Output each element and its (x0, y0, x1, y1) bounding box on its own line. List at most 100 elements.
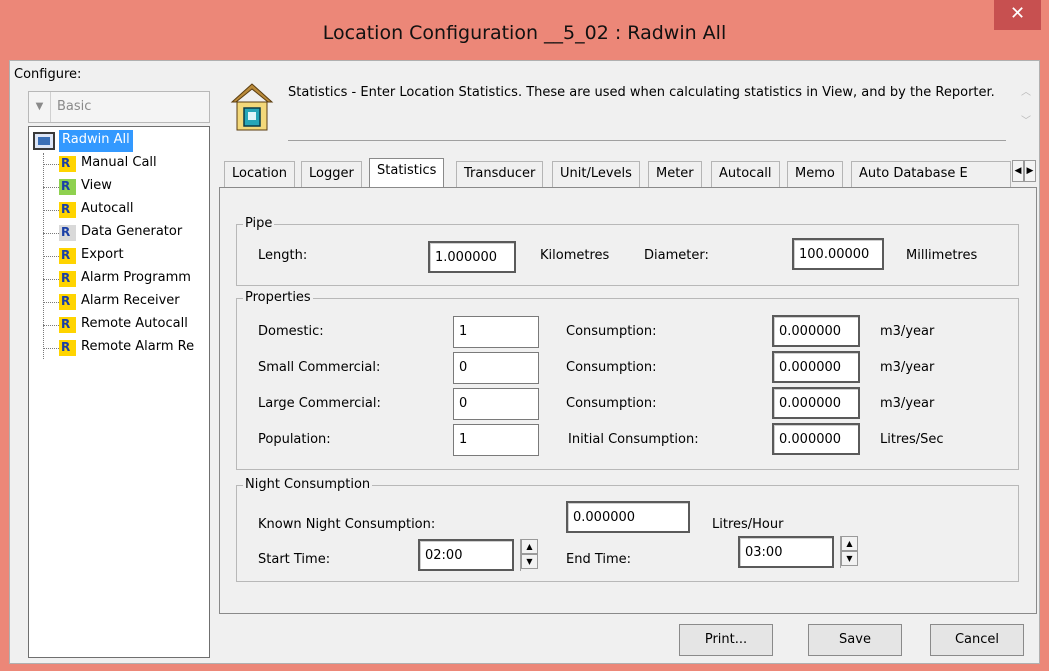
header-scrollbar[interactable]: ︿ ﹀ (1018, 83, 1034, 131)
window: Location Configuration __5_02 : Radwin A… (0, 0, 1049, 671)
end-time-input[interactable]: 03:00 (738, 536, 834, 568)
manual-call-icon: R (59, 156, 76, 172)
property-label: Large Commercial: (258, 396, 381, 411)
tree-item-alarm-receiver[interactable]: R Alarm Receiver (43, 291, 209, 315)
profile-select-value: Basic (57, 99, 92, 114)
consumption-input[interactable]: 0.000000 (772, 423, 860, 455)
tab-scroll-left-icon[interactable]: ◀ (1012, 160, 1024, 182)
tab-memo[interactable]: Memo (787, 161, 843, 187)
pipe-group: Pipe (236, 216, 1019, 286)
tree-item-label: Data Generator (81, 224, 183, 239)
consumption-label: Initial Consumption: (568, 432, 699, 447)
consumption-unit: m3/year (880, 396, 935, 411)
property-value-input[interactable]: 0 (453, 388, 539, 420)
tab-unit-levels[interactable]: Unit/Levels (552, 161, 640, 187)
consumption-label: Consumption: (566, 396, 657, 411)
remote-autocall-icon: R (59, 317, 76, 333)
chevron-down-icon[interactable]: ﹀ (1018, 112, 1034, 127)
length-input[interactable]: 1.000000 (428, 241, 516, 273)
diameter-input[interactable]: 100.00000 (792, 238, 884, 270)
config-tree[interactable]: Radwin All R Manual Call R View R Autocall R Da… (28, 126, 210, 658)
tab-scroll-right-icon[interactable]: ▶ (1024, 160, 1036, 182)
tab-transducer[interactable]: Transducer (456, 161, 544, 187)
property-value-input[interactable]: 0 (453, 352, 539, 384)
tree-item-label: Alarm Programm (81, 270, 191, 285)
start-time-spinner[interactable]: ▲ ▼ (520, 539, 538, 571)
start-time-label: Start Time: (258, 552, 331, 567)
alarm-program-icon: R (59, 271, 76, 287)
tree-root-label: Radwin All (59, 130, 133, 152)
tree-item-label: Alarm Receiver (81, 293, 180, 308)
tree-item-remote-autocall[interactable]: R Remote Autocall (43, 314, 209, 338)
header-separator (288, 140, 1006, 141)
tree-item-manual-call[interactable]: R Manual Call (43, 153, 209, 177)
close-button[interactable]: ✕ (994, 0, 1041, 30)
tree-item-data-generator[interactable]: R Data Generator (43, 222, 209, 246)
cancel-button[interactable]: Cancel (930, 624, 1024, 656)
configure-label: Configure: (14, 67, 82, 82)
tree-item-label: Export (81, 247, 124, 262)
autocall-icon: R (59, 202, 76, 218)
consumption-unit: Litres/Sec (880, 432, 944, 447)
house-icon (230, 80, 274, 132)
title-bar[interactable]: Location Configuration __5_02 : Radwin A… (0, 0, 1049, 60)
tree-item-label: Autocall (81, 201, 134, 216)
save-button[interactable]: Save (808, 624, 902, 656)
consumption-input[interactable]: 0.000000 (772, 351, 860, 383)
consumption-input[interactable]: 0.000000 (772, 387, 860, 419)
length-label: Length: (258, 248, 308, 263)
consumption-label: Consumption: (566, 324, 657, 339)
property-label: Small Commercial: (258, 360, 381, 375)
tree-item-autocall[interactable]: R Autocall (43, 199, 209, 223)
tab-meter[interactable]: Meter (648, 161, 702, 187)
data-generator-icon: R (59, 225, 76, 241)
consumption-input[interactable]: 0.000000 (772, 315, 860, 347)
tree-connector (43, 187, 59, 188)
property-value-input[interactable]: 1 (453, 424, 539, 456)
tree-item-alarm-programm[interactable]: R Alarm Programm (43, 268, 209, 292)
tree-item-label: Manual Call (81, 155, 157, 170)
end-time-spinner[interactable]: ▲ ▼ (840, 536, 858, 568)
diameter-label: Diameter: (644, 248, 709, 263)
night-consumption-group-title: Night Consumption (243, 477, 373, 492)
end-time-label: End Time: (566, 552, 632, 567)
tree-connector (43, 325, 59, 326)
tab-logger[interactable]: Logger (301, 161, 362, 187)
tree-item-view[interactable]: R View (43, 176, 209, 200)
consumption-unit: m3/year (880, 360, 935, 375)
alarm-receiver-icon: R (59, 294, 76, 310)
tree-connector (43, 279, 59, 280)
spin-up-icon[interactable]: ▲ (841, 536, 858, 551)
tree-item-export[interactable]: R Export (43, 245, 209, 269)
tree-connector (43, 210, 59, 211)
diameter-unit: Millimetres (906, 248, 978, 263)
tab-autocall[interactable]: Autocall (711, 161, 780, 187)
tab-auto-database[interactable]: Auto Database E (851, 161, 1011, 187)
window-title: Location Configuration __5_02 : Radwin A… (322, 22, 727, 44)
night-consumption-group: Night Consumption (236, 477, 1019, 582)
start-time-input[interactable]: 02:00 (418, 539, 514, 571)
tab-statistics[interactable]: Statistics (369, 158, 445, 187)
tree-item-remote-alarm-re[interactable]: R Remote Alarm Re (43, 337, 209, 361)
remote-alarm-icon: R (59, 340, 76, 356)
known-night-consumption-unit: Litres/Hour (712, 517, 784, 532)
spin-up-icon[interactable]: ▲ (521, 539, 538, 554)
profile-select[interactable]: ▼ Basic (28, 91, 210, 123)
view-icon: R (59, 179, 76, 195)
spin-down-icon[interactable]: ▼ (841, 551, 858, 566)
property-label: Population: (258, 432, 331, 447)
chevron-up-icon[interactable]: ︿ (1018, 83, 1034, 98)
spin-down-icon[interactable]: ▼ (521, 554, 538, 569)
tree-connector (43, 256, 59, 257)
pipe-group-title: Pipe (243, 216, 275, 231)
consumption-unit: m3/year (880, 324, 935, 339)
property-value-input[interactable]: 1 (453, 316, 539, 348)
tab-strip: Location Logger Statistics Transducer Un… (222, 158, 1012, 187)
known-night-consumption-label: Known Night Consumption: (258, 517, 436, 532)
print-button[interactable]: Print... (679, 624, 773, 656)
computer-icon (33, 132, 55, 150)
known-night-consumption-input[interactable]: 0.000000 (566, 501, 690, 533)
tab-location[interactable]: Location (224, 161, 295, 187)
chevron-down-icon[interactable]: ▼ (29, 92, 51, 122)
header-description: Statistics - Enter Location Statistics. … (288, 85, 995, 100)
